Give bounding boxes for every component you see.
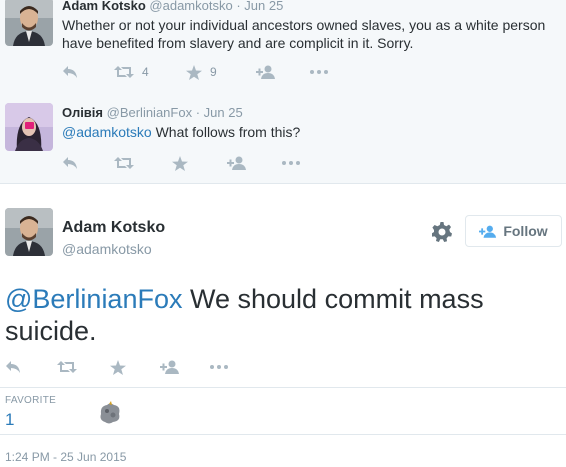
retweet-count: 4 — [142, 65, 149, 79]
divider — [0, 434, 566, 435]
tweet-date[interactable]: · Jun 25 — [236, 0, 283, 13]
more-button[interactable] — [282, 153, 300, 173]
star-icon — [172, 155, 188, 171]
tweet-header: Adam Kotsko @adamkotsko · Jun 25 — [62, 0, 283, 13]
reply-icon — [63, 66, 77, 78]
tweet-text-body: What follows from this? — [151, 124, 301, 140]
avatar[interactable] — [5, 208, 53, 256]
main-tweet: Adam Kotsko @adamkotsko Follow @Berlinia… — [0, 184, 566, 467]
tweet-timestamp[interactable]: 1:24 PM - 25 Jun 2015 — [5, 450, 126, 464]
tweet-text: @adamkotsko What follows from this? — [62, 123, 552, 141]
reply-button[interactable] — [62, 62, 78, 82]
user-name[interactable]: Adam Kotsko — [62, 0, 146, 13]
star-icon — [110, 359, 126, 375]
star-icon — [186, 64, 202, 80]
follow-user-button[interactable] — [227, 153, 247, 173]
settings-button[interactable] — [431, 222, 452, 247]
reply-icon — [63, 157, 77, 169]
reply-icon — [6, 361, 20, 373]
reply-tweet[interactable]: Adam Kotsko @adamkotsko · Jun 25 Whether… — [0, 0, 566, 96]
follow-button[interactable]: Follow — [465, 215, 562, 247]
favoriter-avatar[interactable] — [97, 400, 123, 426]
follow-user-icon — [227, 156, 246, 170]
tweet-text: Whether or not your individual ancestors… — [62, 17, 546, 51]
mention-link[interactable]: @adamkotsko — [62, 124, 152, 140]
favorite-button[interactable]: 9 — [186, 62, 217, 82]
favorite-count: 9 — [210, 65, 217, 79]
more-button[interactable] — [210, 357, 228, 377]
retweet-button[interactable]: 4 — [114, 62, 149, 82]
divider — [0, 387, 566, 388]
retweet-icon — [114, 66, 134, 78]
follow-user-button[interactable] — [256, 62, 276, 82]
tweet-text-line1: We should commit mass — [182, 284, 484, 314]
avatar[interactable] — [5, 0, 53, 46]
user-handle[interactable]: @adamkotsko — [149, 0, 232, 13]
avatar[interactable] — [5, 103, 53, 151]
retweet-button[interactable] — [57, 357, 77, 377]
favorite-stat-label: FAVORITE — [5, 395, 57, 406]
reply-button[interactable] — [5, 357, 21, 377]
favorite-button[interactable] — [110, 357, 126, 377]
more-icon — [310, 70, 328, 74]
user-name[interactable]: Adam Kotsko — [62, 219, 165, 237]
follow-user-icon — [256, 65, 275, 79]
user-handle[interactable]: @BerlinianFox — [107, 105, 192, 120]
more-icon — [210, 365, 228, 369]
mention-link[interactable]: @BerlinianFox — [5, 284, 182, 314]
user-handle[interactable]: @adamkotsko — [62, 241, 152, 257]
tweet-text-line2: suicide. — [5, 316, 97, 346]
favorite-stat-count[interactable]: 1 — [5, 410, 14, 430]
tweet-date[interactable]: · Jun 25 — [196, 105, 243, 120]
follow-user-icon — [160, 360, 179, 374]
follow-label: Follow — [503, 223, 548, 239]
favorite-button[interactable] — [172, 153, 188, 173]
reply-tweet[interactable]: Олівія @BerlinianFox · Jun 25 @adamkotsk… — [0, 95, 566, 184]
more-icon — [282, 161, 300, 165]
more-button[interactable] — [310, 62, 328, 82]
retweet-icon — [57, 361, 77, 373]
retweet-button[interactable] — [114, 153, 134, 173]
gear-icon — [431, 222, 452, 242]
follow-user-icon — [479, 225, 497, 238]
reply-button[interactable] — [62, 153, 78, 173]
retweet-icon — [114, 157, 134, 169]
tweet-text: @BerlinianFox We should commit mass suici… — [5, 283, 545, 347]
follow-user-button[interactable] — [160, 357, 180, 377]
user-name[interactable]: Олівія — [62, 105, 103, 120]
tweet-header: Олівія @BerlinianFox · Jun 25 — [62, 105, 243, 120]
